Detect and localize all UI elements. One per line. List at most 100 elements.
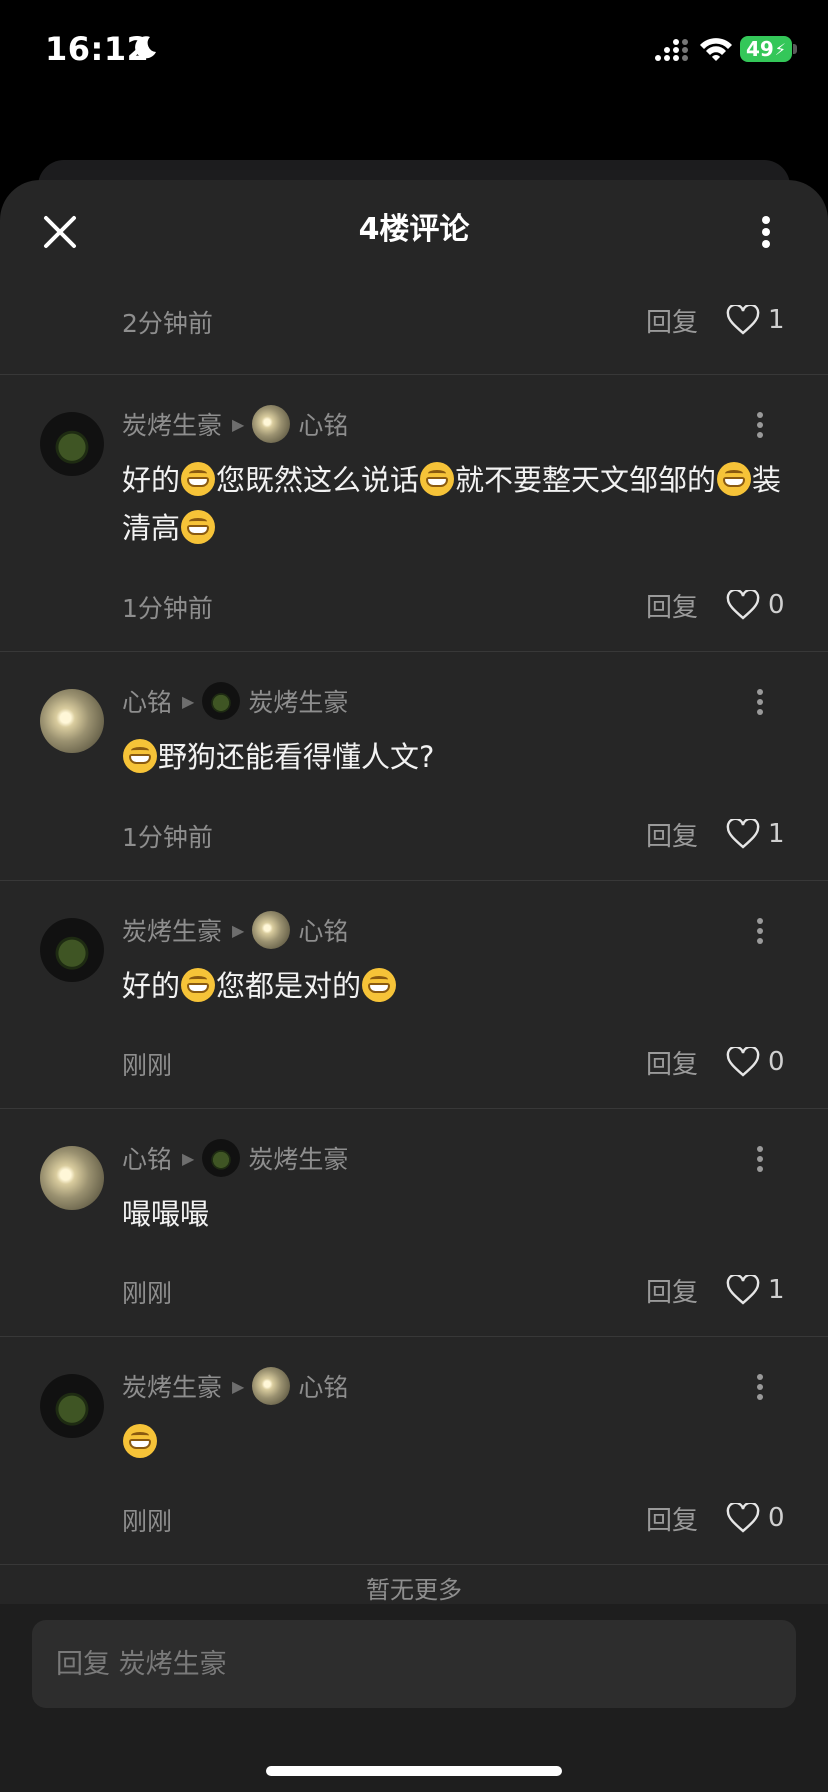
reply-button[interactable]: 回复 <box>646 587 698 624</box>
like-count: 1 <box>768 819 785 849</box>
reply-arrow-icon: ▶ <box>232 920 245 940</box>
avatar[interactable] <box>40 1374 104 1438</box>
like-count: 0 <box>768 590 785 620</box>
comment-text <box>122 1418 782 1466</box>
more-vertical-icon[interactable] <box>748 1142 772 1176</box>
reply-bar <box>0 1604 828 1792</box>
grinning-emoji-icon <box>181 462 216 496</box>
reply-target-name[interactable]: 炭烤生豪 <box>248 683 348 719</box>
comment-time: 1分钟前 <box>122 594 213 623</box>
moon-icon <box>135 36 156 59</box>
comment-item: 炭烤生豪 ▶ 心铭刚刚 回复 0 <box>0 1336 828 1565</box>
comment-item: 心铭 ▶ 炭烤生豪嘬嘬嘬刚刚 回复 1 <box>0 1108 828 1337</box>
reply-target-avatar[interactable] <box>252 405 291 443</box>
comment-text-segment: 好的 <box>122 463 181 497</box>
reply-button[interactable]: 回复 <box>646 1044 698 1081</box>
comment-text-segment: 嘬嘬嘬 <box>122 1197 210 1231</box>
author-name[interactable]: 炭烤生豪 <box>122 1368 222 1404</box>
comment-names: 炭烤生豪 ▶ 心铭 <box>122 1366 348 1406</box>
comment-names: 心铭 ▶ 炭烤生豪 <box>122 1138 348 1178</box>
reply-target-avatar[interactable] <box>252 1367 291 1405</box>
avatar[interactable] <box>40 918 104 982</box>
like-button[interactable]: 1 <box>726 302 806 338</box>
sheet-title: 4楼评论 <box>358 212 470 247</box>
reply-button[interactable]: 回复 <box>646 1500 698 1537</box>
reply-target-avatar[interactable] <box>252 911 291 949</box>
like-button[interactable]: 0 <box>726 587 806 623</box>
reply-target-name[interactable]: 心铭 <box>298 1368 348 1404</box>
like-button[interactable]: 0 <box>726 1044 806 1080</box>
status-bar: 16:12 49 ⚡ <box>0 0 828 100</box>
comment-list[interactable]: 2分钟前 回复 1 炭烤生豪 ▶ 心铭 好的 您既然这么说话 就不要整天文邹邹的 装清高 1分… <box>0 270 828 1600</box>
grinning-emoji-icon <box>181 968 216 1002</box>
wifi-icon <box>700 38 732 61</box>
reply-arrow-icon: ▶ <box>182 1148 195 1168</box>
reply-input[interactable] <box>32 1620 796 1708</box>
comment-time: 刚刚 <box>122 1507 173 1536</box>
battery-level: 49 <box>745 37 774 61</box>
battery-tip <box>793 44 797 54</box>
home-indicator <box>266 1766 562 1776</box>
comment-item: 心铭 ▶ 炭烤生豪野狗还能看得懂人文? 1分钟前 回复 1 <box>0 651 828 881</box>
comment-names: 炭烤生豪 ▶ 心铭 <box>122 404 348 444</box>
like-count: 1 <box>768 305 785 335</box>
load-more-hint: 暂无更多 <box>366 1576 462 1604</box>
reply-button[interactable]: 回复 <box>646 816 698 853</box>
reply-target-name[interactable]: 炭烤生豪 <box>248 1140 348 1176</box>
heart-outline-icon <box>726 1275 760 1305</box>
comment-text: 好的 您既然这么说话 就不要整天文邹邹的 装清高 <box>122 456 782 552</box>
comment-text-segment: 好的 <box>122 969 181 1003</box>
like-button[interactable]: 0 <box>726 1500 806 1536</box>
like-button[interactable]: 1 <box>726 816 806 852</box>
avatar[interactable] <box>40 412 104 476</box>
comment-names: 炭烤生豪 ▶ 心铭 <box>122 910 348 950</box>
more-vertical-icon[interactable] <box>752 210 780 254</box>
comment-time: 1分钟前 <box>122 823 213 852</box>
heart-outline-icon <box>726 1503 760 1533</box>
comment-text-segment: 您既然这么说话 <box>216 463 420 497</box>
comment-text-segment: 您都是对的 <box>216 969 362 1003</box>
battery-indicator: 49 ⚡ <box>740 36 792 62</box>
avatar[interactable] <box>40 689 104 753</box>
avatar[interactable] <box>40 1146 104 1210</box>
comment-time: 刚刚 <box>122 1051 173 1080</box>
comment-text: 野狗还能看得懂人文? <box>122 733 782 781</box>
comment-time: 刚刚 <box>122 1279 173 1308</box>
more-vertical-icon[interactable] <box>748 408 772 442</box>
grinning-emoji-icon <box>181 510 216 544</box>
heart-outline-icon <box>726 305 760 335</box>
reply-target-name[interactable]: 心铭 <box>298 912 348 948</box>
heart-outline-icon <box>726 1047 760 1077</box>
heart-outline-icon <box>726 819 760 849</box>
author-name[interactable]: 炭烤生豪 <box>122 406 222 442</box>
comment-names: 心铭 ▶ 炭烤生豪 <box>122 681 348 721</box>
comment-item: 炭烤生豪 ▶ 心铭好的 您都是对的刚刚 回复 0 <box>0 880 828 1109</box>
grinning-emoji-icon <box>420 462 455 496</box>
reply-arrow-icon: ▶ <box>182 691 195 711</box>
grinning-emoji-icon <box>717 462 752 496</box>
cellular-signal-icon <box>655 39 688 61</box>
comment-text-segment: 野狗还能看得懂人文? <box>158 740 435 774</box>
reply-target-name[interactable]: 心铭 <box>298 406 348 442</box>
comment-sheet: 4楼评论 2分钟前 回复 1 炭烤生豪 ▶ 心铭 好的 您既然这么说话 就不要整天文邹邹的… <box>0 180 828 1792</box>
heart-outline-icon <box>726 590 760 620</box>
like-button[interactable]: 1 <box>726 1272 806 1308</box>
like-count: 0 <box>768 1503 785 1533</box>
reply-target-avatar[interactable] <box>202 1139 241 1177</box>
more-vertical-icon[interactable] <box>748 1370 772 1404</box>
comment-time: 2分钟前 <box>122 309 213 338</box>
grinning-emoji-icon <box>123 739 157 773</box>
comment-item: 炭烤生豪 ▶ 心铭 好的 您既然这么说话 就不要整天文邹邹的 装清高 1分钟前 回复 0 <box>0 374 828 652</box>
reply-button[interactable]: 回复 <box>646 1272 698 1309</box>
more-vertical-icon[interactable] <box>748 685 772 719</box>
author-name[interactable]: 心铭 <box>122 683 172 719</box>
reply-arrow-icon: ▶ <box>232 1376 245 1396</box>
more-vertical-icon[interactable] <box>748 914 772 948</box>
like-count: 1 <box>768 1275 785 1305</box>
list-item: 2分钟前 回复 1 <box>0 270 828 375</box>
comment-text: 好的 您都是对的 <box>122 962 782 1010</box>
author-name[interactable]: 心铭 <box>122 1140 172 1176</box>
reply-button[interactable]: 回复 <box>646 302 698 339</box>
author-name[interactable]: 炭烤生豪 <box>122 912 222 948</box>
reply-target-avatar[interactable] <box>202 682 241 720</box>
